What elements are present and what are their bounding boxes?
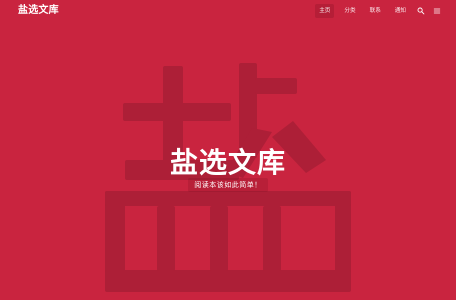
main-navigation: 主页 分类 联系 通知 — [315, 4, 442, 18]
nav-notifications[interactable]: 通知 — [391, 4, 410, 18]
nav-contact[interactable]: 联系 — [366, 4, 385, 18]
nav-categories[interactable]: 分类 — [340, 4, 359, 18]
search-icon — [417, 7, 425, 15]
menu-icon — [433, 8, 441, 14]
hero-subtitle: 阅读本该如此简单！ — [188, 178, 268, 192]
hero-subtitle-container: 阅读本该如此简单！ — [0, 172, 456, 192]
site-title[interactable]: 盐选文库 — [18, 4, 59, 18]
hero-section: 盐选文库 阅读本该如此简单！ — [0, 0, 456, 300]
search-button[interactable] — [416, 4, 426, 18]
nav-home[interactable]: 主页 — [315, 4, 335, 18]
top-navigation-bar: 盐选文库 主页 分类 联系 通知 — [0, 0, 456, 22]
menu-button[interactable] — [432, 4, 442, 18]
